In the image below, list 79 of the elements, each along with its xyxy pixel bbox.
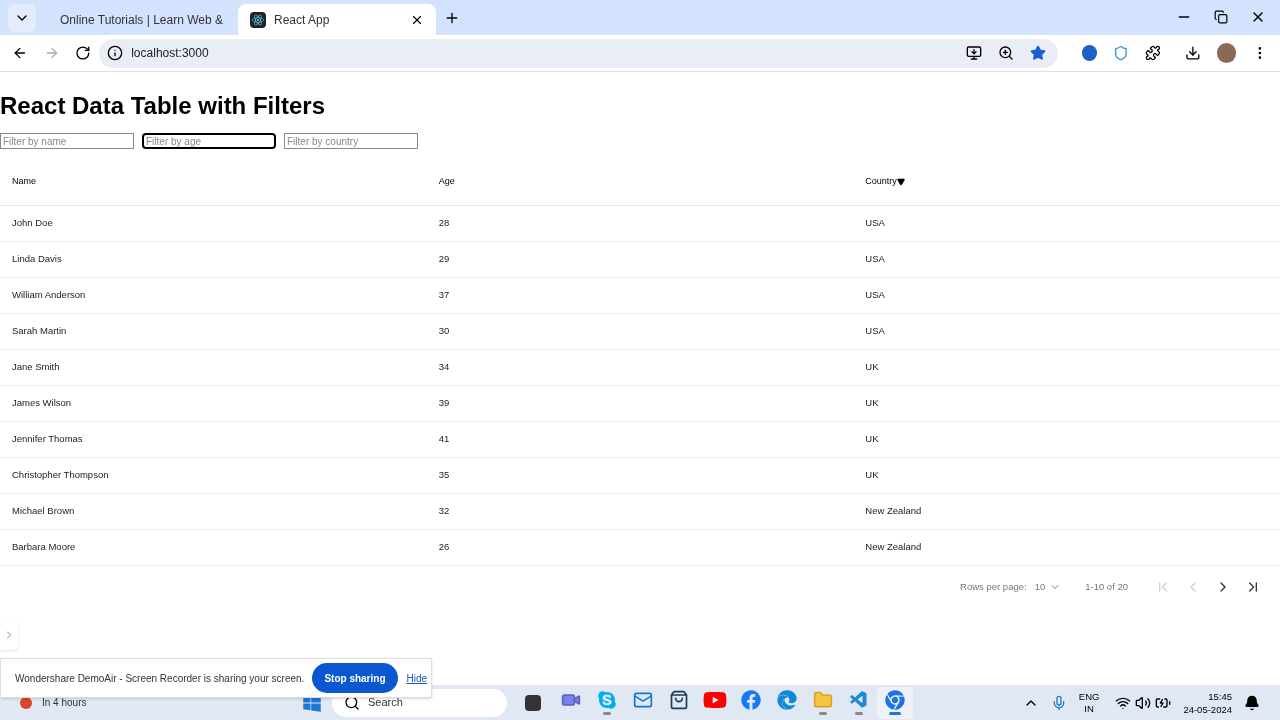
table-cell-text: Michael Brown bbox=[11, 504, 76, 519]
table-cell-text: Sarah Martin bbox=[11, 324, 68, 339]
table-cell-text: USA bbox=[864, 324, 886, 339]
table-cell-text: New Zealand bbox=[864, 540, 923, 555]
search-placeholder: Search bbox=[368, 695, 403, 711]
filter-field[interactable]: Filter by name bbox=[0, 133, 134, 149]
filter-field[interactable]: Filter by age bbox=[142, 133, 276, 149]
browser-wave-icon bbox=[777, 690, 797, 710]
table-cell-text: 32 bbox=[437, 504, 451, 519]
social-app-icon bbox=[741, 690, 761, 710]
code-editor-icon bbox=[849, 690, 869, 710]
table-cell-text: New Zealand bbox=[864, 504, 923, 519]
sort-icon[interactable] bbox=[896, 178, 905, 186]
star-icon[interactable] bbox=[1029, 45, 1046, 61]
table-cell-text: USA bbox=[864, 288, 886, 303]
table-cell-text: 28 bbox=[437, 216, 451, 231]
reload-icon[interactable] bbox=[75, 45, 92, 61]
zoom-icon[interactable] bbox=[997, 45, 1014, 61]
table-cell-text: 34 bbox=[437, 360, 451, 375]
table-cell-text: USA bbox=[864, 252, 886, 267]
table-cell-text: James Wilson bbox=[11, 396, 73, 411]
mail-icon bbox=[633, 690, 653, 710]
table-cell-text: 39 bbox=[437, 396, 451, 411]
taskbar-app[interactable] bbox=[877, 686, 913, 719]
store-bag-icon bbox=[669, 690, 689, 710]
table-cell-text: UK bbox=[864, 396, 880, 411]
table-cell-text: Jane Smith bbox=[11, 360, 61, 375]
tab-search-button[interactable] bbox=[8, 4, 36, 32]
download-icon[interactable] bbox=[1184, 45, 1201, 61]
table-cell-text: Jennifer Thomas bbox=[11, 432, 84, 447]
table-cell-text: USA bbox=[864, 216, 886, 231]
volume-icon[interactable] bbox=[1135, 694, 1152, 711]
table-cell-text: John Doe bbox=[11, 216, 54, 231]
column-header[interactable]: Name bbox=[12, 175, 36, 189]
avatar-icon[interactable] bbox=[1216, 43, 1237, 63]
notification-icon[interactable] bbox=[1244, 694, 1260, 711]
extensions-icon[interactable] bbox=[1145, 45, 1161, 61]
table-cell-text: 30 bbox=[437, 324, 451, 339]
tab-title: React App bbox=[274, 11, 331, 29]
table-cell-text: 35 bbox=[437, 468, 451, 483]
page-range: 1-10 of 20 bbox=[1085, 579, 1128, 594]
table-cell-text: UK bbox=[864, 468, 880, 483]
browser-tab[interactable]: React App bbox=[238, 4, 436, 35]
shield-icon[interactable] bbox=[1113, 45, 1130, 61]
install-icon[interactable] bbox=[965, 45, 982, 61]
clock[interactable]: 15:45 24-05-2024 bbox=[1183, 689, 1232, 716]
stop-sharing-button[interactable]: Stop sharing bbox=[312, 663, 398, 693]
restore-icon[interactable] bbox=[1214, 10, 1228, 24]
table-cell-text: 41 bbox=[437, 432, 451, 447]
table-cell-text: 37 bbox=[437, 288, 451, 303]
new-tab-icon[interactable] bbox=[444, 10, 460, 26]
back-icon[interactable] bbox=[12, 45, 28, 61]
browser-icon bbox=[885, 690, 905, 710]
folder-icon bbox=[813, 690, 833, 710]
tab-title: Online Tutorials | Learn Web & bbox=[60, 11, 223, 29]
rows-per-page-label: Rows per page: bbox=[960, 579, 1027, 594]
table-cell-text: 26 bbox=[437, 540, 451, 555]
rows-per-page-select[interactable]: 10 bbox=[1034, 579, 1062, 595]
column-header[interactable]: Country bbox=[865, 175, 897, 189]
page-title: React Data Table with Filters bbox=[0, 91, 326, 121]
table-cell-text: Barbara Moore bbox=[11, 540, 77, 555]
url-text: localhost:3000 bbox=[131, 45, 210, 62]
react-icon bbox=[250, 11, 266, 28]
browser-tab[interactable]: Online Tutorials | Learn Web & bbox=[40, 4, 238, 35]
table-cell-text: William Anderson bbox=[11, 288, 87, 303]
chat-app-icon bbox=[597, 690, 617, 710]
filter-field[interactable]: Filter by country bbox=[284, 133, 418, 149]
table-cell-text: UK bbox=[864, 360, 880, 375]
table-cell-text: 29 bbox=[437, 252, 451, 267]
address-bar[interactable]: localhost:3000 bbox=[99, 38, 1058, 68]
column-header[interactable]: Age bbox=[438, 175, 455, 189]
language-indicator[interactable]: ENG IN bbox=[1078, 690, 1100, 715]
info-icon[interactable] bbox=[107, 45, 124, 61]
sharing-message: Wondershare DemoAir - Screen Recorder is sharing your screen. bbox=[15, 671, 305, 686]
table-cell-text: Christopher Thompson bbox=[11, 468, 110, 483]
hide-link[interactable]: Hide bbox=[406, 670, 428, 686]
weather-text[interactable]: In 4 hours bbox=[42, 695, 302, 710]
table-cell-text: UK bbox=[864, 432, 880, 447]
table-cell-text: Linda Davis bbox=[11, 252, 63, 267]
